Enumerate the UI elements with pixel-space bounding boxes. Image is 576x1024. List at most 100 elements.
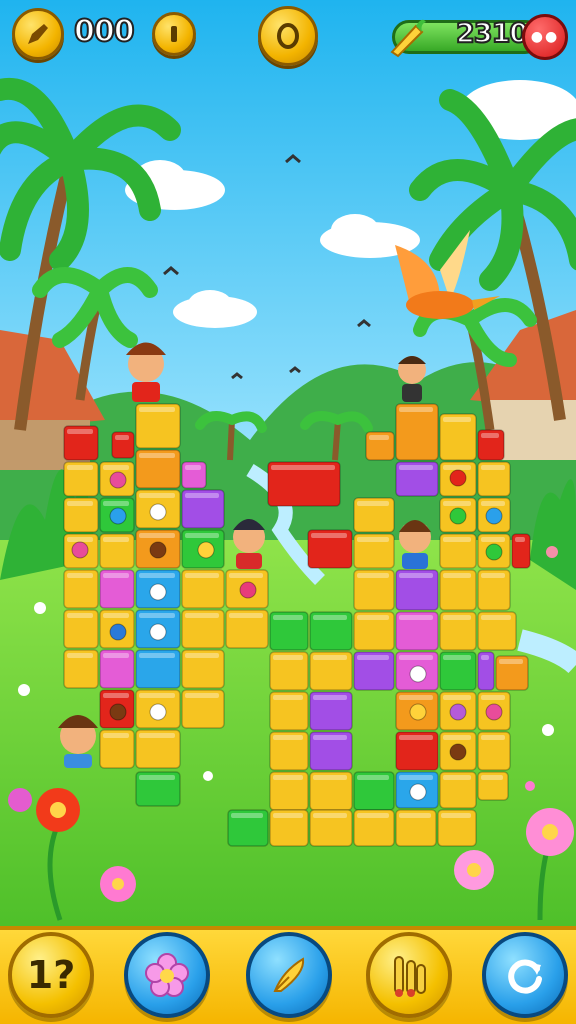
tile-icon: [409, 703, 427, 721]
feather-icon: [273, 957, 305, 992]
tile-icon: [449, 469, 467, 487]
block-highlight: [139, 573, 175, 578]
block-highlight: [399, 573, 433, 578]
block-highlight: [313, 695, 347, 700]
tile-icon: [149, 623, 167, 641]
block-highlight: [185, 533, 219, 538]
tile-icon: [149, 541, 167, 559]
more-icon: ●●: [530, 29, 560, 45]
block-highlight: [103, 653, 129, 658]
block-highlight: [185, 613, 219, 618]
tile-icon: [449, 743, 467, 761]
block-highlight: [481, 615, 511, 620]
feather-booster-button[interactable]: [246, 932, 332, 1018]
block-highlight: [443, 775, 471, 780]
block-highlight: [443, 615, 471, 620]
block-highlight: [441, 813, 471, 818]
tile-icon: [409, 665, 427, 683]
coin-icon: [277, 23, 299, 49]
character-icon[interactable]: [398, 356, 426, 402]
tile-icon: [149, 583, 167, 601]
block-highlight: [481, 775, 503, 780]
block-highlight: [443, 573, 471, 578]
tile-icon: [197, 541, 215, 559]
block-highlight: [399, 813, 431, 818]
moves-counter: 000: [73, 13, 136, 50]
block-highlight: [481, 735, 505, 740]
block-highlight: [273, 695, 303, 700]
block-highlight: [271, 465, 335, 470]
puzzle-block[interactable]: [395, 403, 439, 461]
block-highlight: [443, 537, 471, 542]
pause-button[interactable]: [152, 12, 196, 56]
block-highlight: [313, 735, 347, 740]
character-icon[interactable]: [399, 520, 431, 569]
block-highlight: [103, 537, 129, 542]
block-highlight: [273, 775, 303, 780]
tile-icon: [109, 507, 127, 525]
block-highlight: [399, 775, 433, 780]
hint-button[interactable]: 1?: [8, 932, 94, 1018]
block-highlight: [357, 501, 389, 506]
block-highlight: [399, 465, 433, 470]
character-icon[interactable]: [233, 519, 265, 569]
block-highlight: [481, 655, 489, 660]
block-highlight: [67, 429, 93, 434]
tile-icon: [109, 703, 127, 721]
block-highlight: [515, 537, 525, 542]
block-highlight: [499, 659, 523, 664]
tile-icon: [409, 783, 427, 801]
block-highlight: [443, 417, 471, 422]
tile-icon: [109, 471, 127, 489]
carrot-icon: [386, 16, 428, 58]
block-highlight: [185, 493, 219, 498]
block-highlight: [313, 655, 347, 660]
block-highlight: [139, 533, 175, 538]
block-highlight: [357, 573, 389, 578]
tile-icon: [485, 543, 503, 561]
block-highlight: [481, 433, 499, 438]
score-value: 2310: [455, 17, 529, 50]
refresh-icon: [508, 959, 542, 994]
more-button[interactable]: ●●: [522, 14, 568, 60]
block-highlight: [273, 615, 303, 620]
flower-booster-button[interactable]: [124, 932, 210, 1018]
refresh-button[interactable]: [482, 932, 568, 1018]
block-highlight: [67, 653, 93, 658]
coin-button[interactable]: [258, 6, 318, 66]
block-highlight: [481, 537, 505, 542]
block-highlight: [103, 613, 129, 618]
boost-button[interactable]: [12, 8, 64, 60]
character-icon[interactable]: [126, 342, 166, 403]
block-highlight: [481, 501, 505, 506]
block-highlight: [399, 695, 433, 700]
block-highlight: [103, 573, 129, 578]
block-highlight: [357, 615, 389, 620]
block-highlight: [185, 653, 219, 658]
pause-icon: [171, 26, 177, 42]
block-highlight: [399, 735, 433, 740]
block-highlight: [229, 573, 263, 578]
block-highlight: [139, 693, 175, 698]
bars-booster-button[interactable]: [366, 932, 452, 1018]
block-highlight: [443, 501, 471, 506]
block-highlight: [103, 693, 129, 698]
tile-icon: [239, 581, 257, 599]
block-highlight: [399, 615, 433, 620]
block-highlight: [357, 775, 389, 780]
block-highlight: [185, 573, 219, 578]
block-highlight: [443, 735, 471, 740]
character-icon[interactable]: [58, 715, 98, 768]
block-highlight: [369, 435, 389, 440]
block-highlight: [273, 735, 303, 740]
block-highlight: [443, 695, 471, 700]
block-highlight: [481, 465, 505, 470]
tile-icon: [449, 507, 467, 525]
block-highlight: [67, 573, 93, 578]
block-highlight: [67, 537, 93, 542]
block-highlight: [139, 613, 175, 618]
block-highlight: [67, 613, 93, 618]
hint-icon: 1?: [26, 953, 76, 997]
block-highlight: [139, 653, 175, 658]
block-highlight: [139, 733, 175, 738]
